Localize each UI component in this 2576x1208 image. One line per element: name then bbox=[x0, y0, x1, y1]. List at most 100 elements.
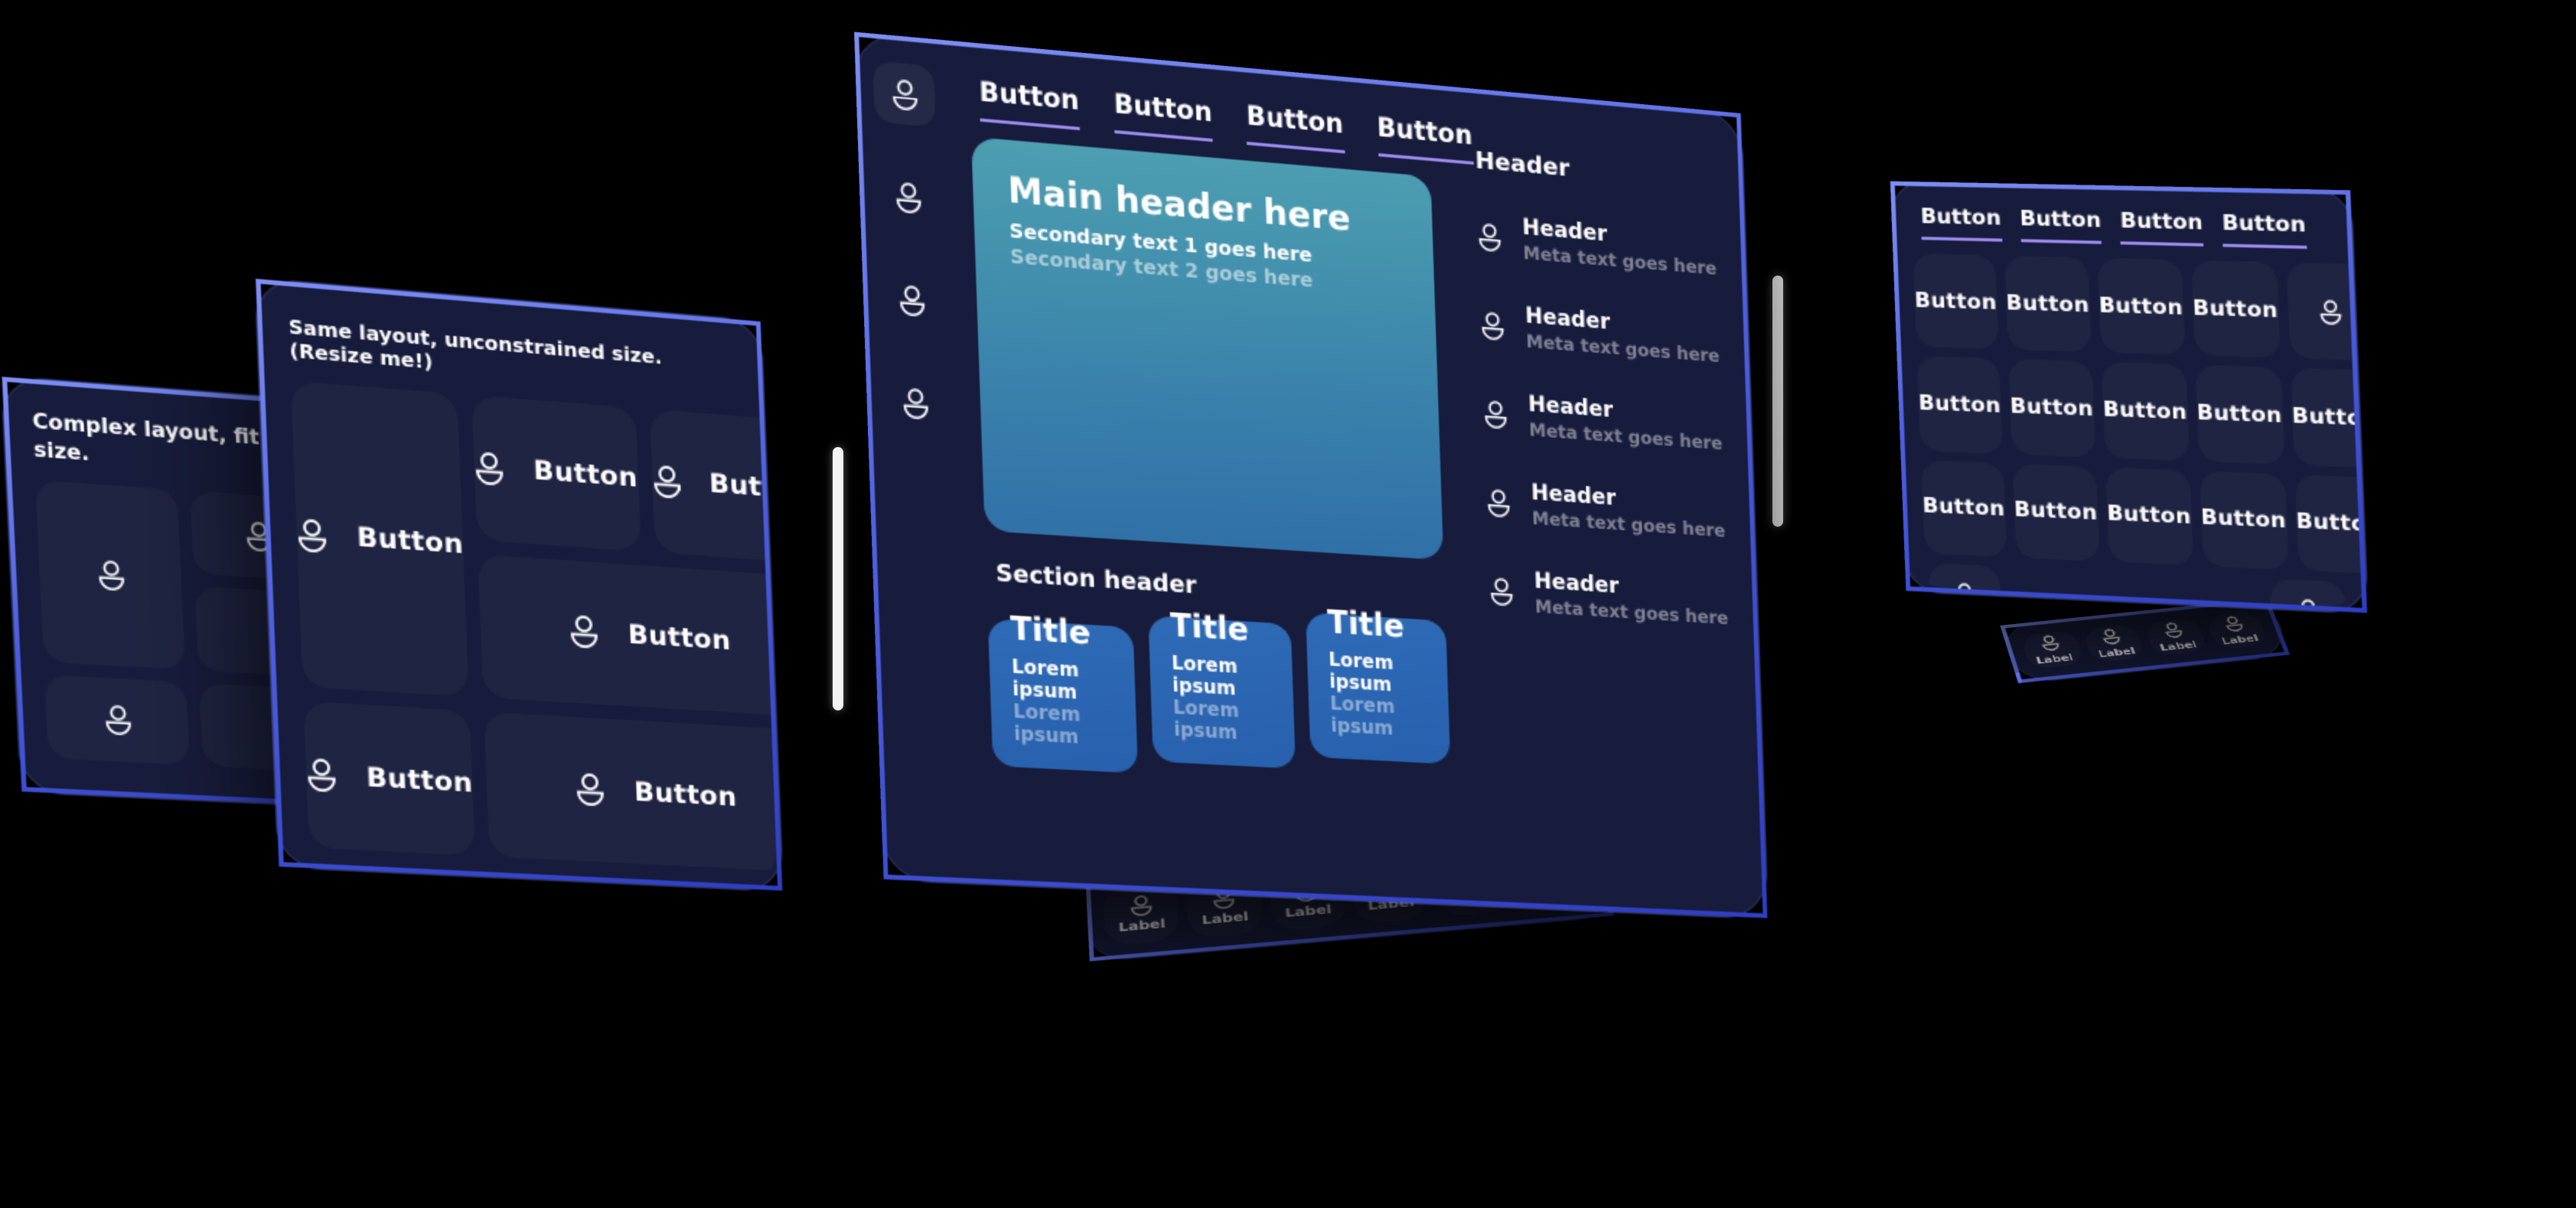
card-3[interactable]: Title Lorem ipsum Lorem ipsum bbox=[1306, 602, 1451, 765]
tile-unc-5-label: Button bbox=[365, 762, 474, 799]
tile-unc-1[interactable]: Button bbox=[291, 380, 470, 697]
grid-cell-13-label: Button bbox=[2106, 501, 2192, 531]
person-icon bbox=[569, 615, 601, 650]
list-item[interactable]: Header Meta text goes here bbox=[1477, 211, 1730, 280]
grid-cell-3[interactable]: Button bbox=[2097, 258, 2185, 356]
list-item[interactable]: Header Meta text goes here bbox=[1489, 566, 1742, 630]
rail-item-2[interactable] bbox=[876, 164, 939, 230]
rail-item-1[interactable] bbox=[872, 60, 936, 128]
tab-3[interactable]: Button bbox=[1245, 100, 1345, 154]
bottom-nav-item-2-label: Label bbox=[1201, 909, 1250, 928]
person-icon bbox=[2319, 299, 2343, 325]
tile-grid-unconstrained: Button Button Button Button Button Butto… bbox=[291, 380, 782, 869]
tile-unc-3[interactable]: Button bbox=[649, 409, 782, 563]
grid-cell-7[interactable]: Button bbox=[2008, 359, 2095, 457]
resize-handle-left[interactable] bbox=[833, 447, 843, 710]
list-item[interactable]: Header Meta text goes here bbox=[1480, 300, 1733, 367]
tile-unc-4-label: Button bbox=[627, 619, 732, 658]
grid-cell-5-icon[interactable] bbox=[2286, 263, 2367, 361]
list-item[interactable]: Header Meta text goes here bbox=[1486, 478, 1740, 543]
grid-cell-15[interactable]: Button bbox=[2294, 474, 2368, 574]
grid-cell-14[interactable]: Button bbox=[2199, 470, 2288, 570]
bottom-nav-small-item-3[interactable]: Label bbox=[2143, 617, 2208, 657]
grid-cell-7-label: Button bbox=[2010, 393, 2095, 423]
person-icon bbox=[305, 758, 337, 792]
grid-cell-4[interactable]: Button bbox=[2191, 260, 2280, 358]
person-icon bbox=[1480, 310, 1505, 340]
bottom-nav-small-item-3-label: Label bbox=[2158, 639, 2199, 654]
bottom-nav-item-1-label: Label bbox=[1118, 916, 1166, 935]
grid-tab-1[interactable]: Button bbox=[1920, 204, 2002, 242]
bottom-nav-small-item-4[interactable]: Label bbox=[2204, 611, 2269, 650]
tile-unc-4[interactable]: Button bbox=[478, 553, 783, 718]
tile-min-1[interactable] bbox=[35, 480, 185, 669]
card-2-line2: Lorem ipsum bbox=[1172, 696, 1240, 744]
grid-cell-8[interactable]: Button bbox=[2101, 362, 2189, 460]
card-3-title: Title bbox=[1326, 602, 1405, 645]
grid-cell-2-label: Button bbox=[2005, 290, 2090, 318]
person-icon bbox=[2038, 635, 2061, 652]
person-icon bbox=[897, 283, 925, 316]
card-1-line2: Lorem ipsum bbox=[1012, 700, 1081, 749]
person-icon bbox=[1483, 399, 1508, 429]
grid-cell-16-icon[interactable] bbox=[1928, 563, 2002, 612]
person-icon bbox=[894, 181, 922, 214]
card-row: Title Lorem ipsum Lorem ipsum Title Lore… bbox=[981, 599, 1461, 790]
grid-cell-6-label: Button bbox=[1918, 390, 2002, 419]
grid-cell-11[interactable]: Button bbox=[1921, 459, 2007, 557]
bottom-nav-small-item-2[interactable]: Label bbox=[2081, 624, 2146, 663]
grid-tab-3[interactable]: Button bbox=[2119, 208, 2204, 246]
list-item[interactable]: Header Meta text goes here bbox=[1483, 389, 1736, 455]
person-icon bbox=[2222, 615, 2246, 632]
rail-item-4[interactable] bbox=[883, 370, 946, 435]
scene-wrapper: Complex layout, fit to minimum size. Sam… bbox=[0, 0, 2576, 1208]
grid-cell-12[interactable]: Button bbox=[2013, 463, 2100, 561]
main-content-area: Button Button Button Button Main header … bbox=[946, 45, 1479, 901]
person-icon bbox=[1953, 583, 1976, 608]
panel-button-grid[interactable]: Button Button Button Button Button Butto… bbox=[1890, 181, 2368, 613]
tile-min-5[interactable] bbox=[44, 674, 190, 766]
person-icon bbox=[1477, 222, 1502, 252]
tile-unc-2[interactable]: Button bbox=[472, 395, 641, 551]
grid-cell-17-icon[interactable] bbox=[2270, 579, 2347, 613]
person-icon bbox=[2161, 622, 2184, 639]
tab-1[interactable]: Button bbox=[978, 77, 1081, 131]
grid-cell-6[interactable]: Button bbox=[1917, 357, 2003, 454]
card-3-line2: Lorem ipsum bbox=[1329, 692, 1396, 739]
person-icon bbox=[103, 704, 132, 736]
grid-cell-13[interactable]: Button bbox=[2105, 467, 2193, 566]
bottom-nav-small-item-4-label: Label bbox=[2219, 632, 2261, 647]
grid-tab-2[interactable]: Button bbox=[2019, 206, 2102, 244]
grid-tab-4[interactable]: Button bbox=[2221, 211, 2307, 250]
grid-cell-11-label: Button bbox=[1922, 494, 2006, 523]
person-icon bbox=[890, 77, 918, 110]
tile-unc-6[interactable]: Button bbox=[484, 712, 782, 873]
right-sidebar: Header Header Meta text goes here Header… bbox=[1452, 91, 1762, 913]
grid-cell-3-label: Button bbox=[2098, 292, 2184, 321]
grid-tab-bar: Button Button Button Button bbox=[1911, 201, 2335, 250]
card-2[interactable]: Title Lorem ipsum Lorem ipsum bbox=[1148, 606, 1296, 769]
tile-unc-6-label: Button bbox=[633, 776, 738, 814]
tab-2[interactable]: Button bbox=[1113, 88, 1214, 142]
person-icon bbox=[2100, 628, 2123, 645]
card-2-title: Title bbox=[1169, 606, 1250, 648]
bottom-nav-small[interactable]: Label Label Label Label bbox=[2000, 597, 2291, 684]
grid-cell-10[interactable]: Button bbox=[2290, 368, 2367, 468]
grid-cell-9[interactable]: Button bbox=[2195, 365, 2284, 464]
card-1-title: Title bbox=[1009, 609, 1091, 652]
grid-cell-8-label: Button bbox=[2102, 397, 2188, 426]
resize-handle-right[interactable] bbox=[1772, 276, 1783, 527]
grid-cell-15-label: Button bbox=[2295, 509, 2368, 539]
sidebar-header: Header bbox=[1474, 145, 1570, 183]
bottom-nav-small-item-1[interactable]: Label bbox=[2020, 630, 2084, 670]
grid-cell-2[interactable]: Button bbox=[2004, 256, 2091, 353]
rail-item-3[interactable] bbox=[880, 267, 943, 333]
panel-main-app[interactable]: Button Button Button Button Main header … bbox=[853, 31, 1768, 919]
grid-cell-1[interactable]: Button bbox=[1912, 253, 1998, 350]
tile-unc-5[interactable]: Button bbox=[303, 701, 475, 855]
person-icon bbox=[474, 451, 505, 486]
tile-unc-1-label: Button bbox=[356, 522, 465, 562]
card-1[interactable]: Title Lorem ipsum Lorem ipsum bbox=[987, 609, 1139, 774]
panel-same-layout-unconstrained[interactable]: Same layout, unconstrained size. (Resize… bbox=[256, 279, 783, 891]
person-icon bbox=[1129, 893, 1153, 916]
